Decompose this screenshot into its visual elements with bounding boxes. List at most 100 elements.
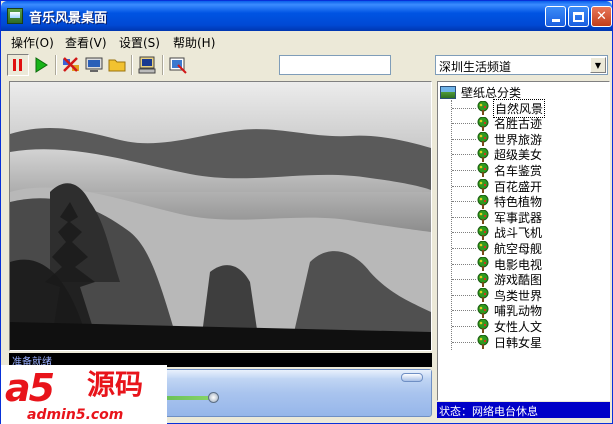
- play-button[interactable]: [30, 54, 52, 76]
- menu-view[interactable]: 查看(V): [65, 34, 107, 51]
- tree-connector: [452, 185, 476, 187]
- tree-connector: [452, 247, 476, 249]
- desktop-icon: [138, 56, 156, 74]
- tree-item-label: 百花盛开: [494, 179, 543, 194]
- tree-icon: [476, 116, 490, 131]
- random-wallpaper-button[interactable]: [60, 54, 82, 76]
- landscape-icon: [440, 85, 456, 99]
- search-input[interactable]: [279, 55, 391, 75]
- minimize-button[interactable]: [545, 6, 566, 27]
- tree-icon: [476, 240, 490, 256]
- tree-item-label: 航空母舰: [494, 241, 543, 256]
- tree-item-label: 名胜古迹: [494, 117, 543, 132]
- watermark-brand: a5: [5, 366, 55, 410]
- tree-icon: [476, 334, 490, 349]
- category-tree[interactable]: 壁纸总分类 自然风景 名胜古迹 世界旅游 超级美女 名车鉴赏 百花盛开 特色植物 军事武器 战斗…: [437, 81, 610, 401]
- menu-bar: 操作(O) 查看(V) 设置(S) 帮助(H): [1, 31, 612, 51]
- tree-item[interactable]: 战斗飞机: [452, 225, 543, 241]
- menu-help[interactable]: 帮助(H): [173, 34, 215, 51]
- menu-operate[interactable]: 操作(O): [11, 34, 54, 51]
- player-toggle-button[interactable]: [401, 373, 423, 382]
- tree-item-label: 超级美女: [494, 148, 543, 163]
- tree-item[interactable]: 超级美女: [452, 147, 543, 163]
- tree-item[interactable]: 哺乳动物: [452, 303, 543, 319]
- monitor-button[interactable]: [83, 54, 105, 76]
- tree-item[interactable]: 女性人文: [452, 318, 543, 334]
- tree-item-label: 战斗飞机: [494, 226, 543, 241]
- tree-icon: [476, 100, 490, 115]
- tree-connector: [452, 216, 476, 218]
- tree-connector: [452, 123, 476, 125]
- wallpaper-button[interactable]: [167, 54, 189, 76]
- tree-item[interactable]: 名胜古迹: [452, 116, 543, 132]
- status-bar: 状态：网络电台休息: [437, 402, 610, 418]
- tree-icon: [476, 178, 490, 193]
- tree-connector: [452, 201, 476, 203]
- close-icon: ✕: [596, 9, 607, 24]
- channel-select-value: 深圳生活频道: [439, 60, 512, 74]
- minimize-icon: [551, 19, 560, 22]
- tree-connector: [452, 279, 476, 281]
- wallpaper-icon: [169, 57, 187, 74]
- watermark-brand-cn: 源码: [87, 368, 144, 401]
- tree-icon: [476, 194, 490, 209]
- tree-item[interactable]: 特色植物: [452, 194, 543, 210]
- tree-item-label: 鸟类世界: [494, 288, 543, 303]
- tree-item-label: 电影电视: [494, 257, 543, 272]
- tree-connector: [452, 325, 476, 327]
- monitor-icon: [85, 57, 103, 72]
- title-bar[interactable]: 音乐风景桌面 ✕: [1, 1, 612, 31]
- play-icon: [35, 57, 48, 73]
- shuffle-icon: [63, 57, 79, 72]
- tree-item[interactable]: 世界旅游: [452, 131, 543, 147]
- tree-icon: [476, 318, 490, 334]
- tree-item[interactable]: 军事武器: [452, 209, 543, 225]
- tree-icon: [476, 303, 490, 318]
- chevron-down-icon[interactable]: ▼: [590, 57, 606, 73]
- watermark-url: admin5.com: [27, 407, 124, 423]
- tree-item-label: 名车鉴赏: [494, 163, 543, 178]
- close-button[interactable]: ✕: [591, 6, 612, 27]
- folder-icon: [108, 59, 126, 72]
- tree-item[interactable]: 航空母舰: [452, 240, 543, 256]
- tree-item[interactable]: 游戏酷图: [452, 272, 543, 288]
- tree-item[interactable]: 日韩女星: [452, 334, 543, 350]
- tree-item[interactable]: 鸟类世界: [452, 287, 543, 303]
- tree-icon: [476, 256, 490, 271]
- volume-slider-handle[interactable]: [208, 392, 219, 403]
- open-folder-button[interactable]: [106, 54, 128, 76]
- tree-connector: [452, 154, 476, 156]
- menu-settings[interactable]: 设置(S): [119, 34, 160, 51]
- tree-icon: [476, 272, 490, 287]
- wallpaper-preview[interactable]: [9, 81, 432, 351]
- tree-item[interactable]: 自然风景: [452, 98, 546, 118]
- channel-select[interactable]: 深圳生活频道 ▼: [435, 55, 608, 75]
- tree-connector: [452, 310, 476, 312]
- tree-item-label: 特色植物: [494, 195, 543, 210]
- toolbar-separator: [55, 55, 57, 75]
- landscape-image: [10, 82, 431, 350]
- pause-button[interactable]: [7, 54, 29, 76]
- tree-icon: [476, 147, 490, 162]
- tree-icon: [476, 209, 490, 225]
- tree-item[interactable]: 电影电视: [452, 256, 543, 272]
- tree-connector: [452, 263, 476, 265]
- tree-icon: [476, 225, 490, 240]
- tree-item-label: 游戏酷图: [494, 273, 543, 288]
- tree-item-label: 军事武器: [494, 210, 543, 225]
- pause-icon: [13, 59, 22, 71]
- toolbar-separator: [131, 55, 133, 75]
- maximize-button[interactable]: [568, 6, 589, 27]
- tree-item[interactable]: 百花盛开: [452, 178, 543, 194]
- watermark: a5 源码 admin5.com: [1, 365, 167, 424]
- tree-connector: [452, 169, 476, 171]
- set-desktop-button[interactable]: [136, 54, 158, 76]
- tree-item[interactable]: 名车鉴赏: [452, 162, 543, 178]
- toolbar-separator: [162, 55, 164, 75]
- tree-connector: [452, 294, 476, 296]
- tree-icon: [476, 162, 490, 178]
- app-icon[interactable]: [7, 8, 23, 24]
- tree-connector: [452, 138, 476, 140]
- tree-connector: [452, 341, 476, 343]
- tree-icon: [476, 287, 490, 303]
